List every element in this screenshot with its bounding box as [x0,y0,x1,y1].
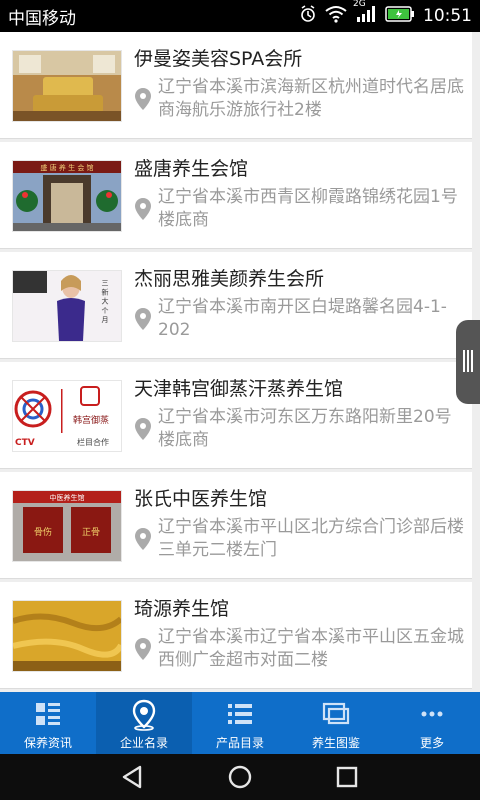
tab-label: 更多 [419,736,444,750]
logo-brand-text: 韩宫御蒸 [73,414,109,426]
location-pin-icon [135,528,151,550]
bottom-tab-bar: 保养资讯 企业名录 产品目录 养生图鉴 更多 [0,692,480,754]
tab-health-gallery[interactable]: 养生图鉴 [288,692,384,754]
tab-label: 企业名录 [119,736,168,750]
clinic-right-text: 正骨 [82,527,100,538]
storefront-photo: 盛 唐 养 生 会 馆 [12,160,122,232]
poster-text: 三 新 大 个 月 [101,279,109,324]
spa-room-photo [12,50,122,122]
list-item[interactable]: 韩宫御蒸 CTV 栏目合作 天津韩宫御蒸汗蒸养生馆 辽宁省本溪市河东区万东路阳新… [0,362,472,469]
tab-health-news[interactable]: 保养资讯 [0,692,96,754]
alarm-icon [299,4,317,28]
location-pin-icon [135,638,151,660]
location-pin-icon [135,88,151,110]
side-drawer-handle[interactable] [456,320,480,404]
network-type: 2G [353,0,366,9]
grid-list-icon [36,703,60,725]
list-item[interactable]: 中医养生馆 骨伤 正骨 张氏中医养生馆 辽宁省本溪市平山区北方综合门诊部后楼三单… [0,472,472,579]
enterprise-list[interactable]: 伊曼姿美容SPA会所 辽宁省本溪市滨海新区杭州道时代名居底商海航乐游旅行社2楼 … [0,32,480,692]
clinic-sign-photo: 中医养生馆 骨伤 正骨 [12,490,122,562]
location-pin-icon [135,198,151,220]
tab-label: 产品目录 [215,736,264,750]
listing-address: 辽宁省本溪市西青区柳霞路锦绣花园1号楼底商 [158,187,458,230]
signal-icon: 2G [353,0,377,28]
model-poster-photo: 三 新 大 个 月 [12,270,122,342]
recent-apps-icon[interactable] [332,762,362,792]
clock-time: 10:51 [423,6,472,26]
listing-title[interactable]: 盛唐养生会馆 [134,154,248,181]
logo-ctv-text: CTV [15,438,35,448]
list-item[interactable]: 伊曼姿美容SPA会所 辽宁省本溪市滨海新区杭州道时代名居底商海航乐游旅行社2楼 [0,32,472,139]
location-pin-icon [132,699,156,731]
tab-more[interactable]: 更多 [384,692,480,754]
logo-tail-text: 栏目合作 [77,437,109,447]
listing-address: 辽宁省本溪市河东区万东路阳新里20号楼底商 [158,407,452,450]
gold-fabric-photo [12,600,124,672]
wifi-icon [325,5,347,28]
gallery-icon [322,702,350,725]
tab-label: 养生图鉴 [311,736,360,750]
back-icon[interactable] [118,762,148,792]
listing-address: 辽宁省本溪市滨海新区杭州道时代名居底商海航乐游旅行社2楼 [158,77,464,120]
storefront-sign-text: 盛 唐 养 生 会 馆 [40,163,93,172]
location-pin-icon [135,418,151,440]
listing-address: 辽宁省本溪市南开区白堤路馨名园4-1-202 [158,297,447,340]
listing-title[interactable]: 杰丽思雅美颜养生会所 [134,264,324,291]
list-icon [228,704,252,724]
clinic-sign-text: 中医养生馆 [50,493,85,502]
list-item[interactable]: 三 新 大 个 月 杰丽思雅美颜养生会所 辽宁省本溪市南开区白堤路馨名园4-1-… [0,252,472,359]
location-pin-icon [135,308,151,330]
drawer-lines-icon [463,350,473,372]
battery-icon [385,5,415,27]
tab-label: 保养资讯 [23,736,72,750]
logo-photo: 韩宫御蒸 CTV 栏目合作 [12,380,122,452]
tab-enterprise-directory[interactable]: 企业名录 [96,692,192,754]
list-item[interactable]: 盛 唐 养 生 会 馆 盛唐养生会馆 辽宁省本溪市西青区柳霞路锦绣花园1号楼底商 [0,142,472,249]
listing-title[interactable]: 琦源养生馆 [134,594,229,621]
home-icon[interactable] [225,762,255,792]
listing-title[interactable]: 伊曼姿美容SPA会所 [134,44,302,71]
more-icon [421,711,443,717]
listing-address: 辽宁省本溪市平山区北方综合门诊部后楼三单元二楼左门 [158,517,464,560]
status-bar: 中国移动 2G 10:51 [0,0,480,32]
clinic-left-text: 骨伤 [34,526,52,538]
tab-product-catalog[interactable]: 产品目录 [192,692,288,754]
carrier-name: 中国移动 [8,8,76,29]
listing-title[interactable]: 天津韩宫御蒸汗蒸养生馆 [134,374,343,401]
list-item[interactable]: 琦源养生馆 辽宁省本溪市辽宁省本溪市平山区五金城西侧广金超市对面二楼 [0,582,472,689]
listing-address: 辽宁省本溪市辽宁省本溪市平山区五金城西侧广金超市对面二楼 [158,627,464,670]
system-navigation-bar [0,754,480,800]
listing-title[interactable]: 张氏中医养生馆 [134,484,267,511]
